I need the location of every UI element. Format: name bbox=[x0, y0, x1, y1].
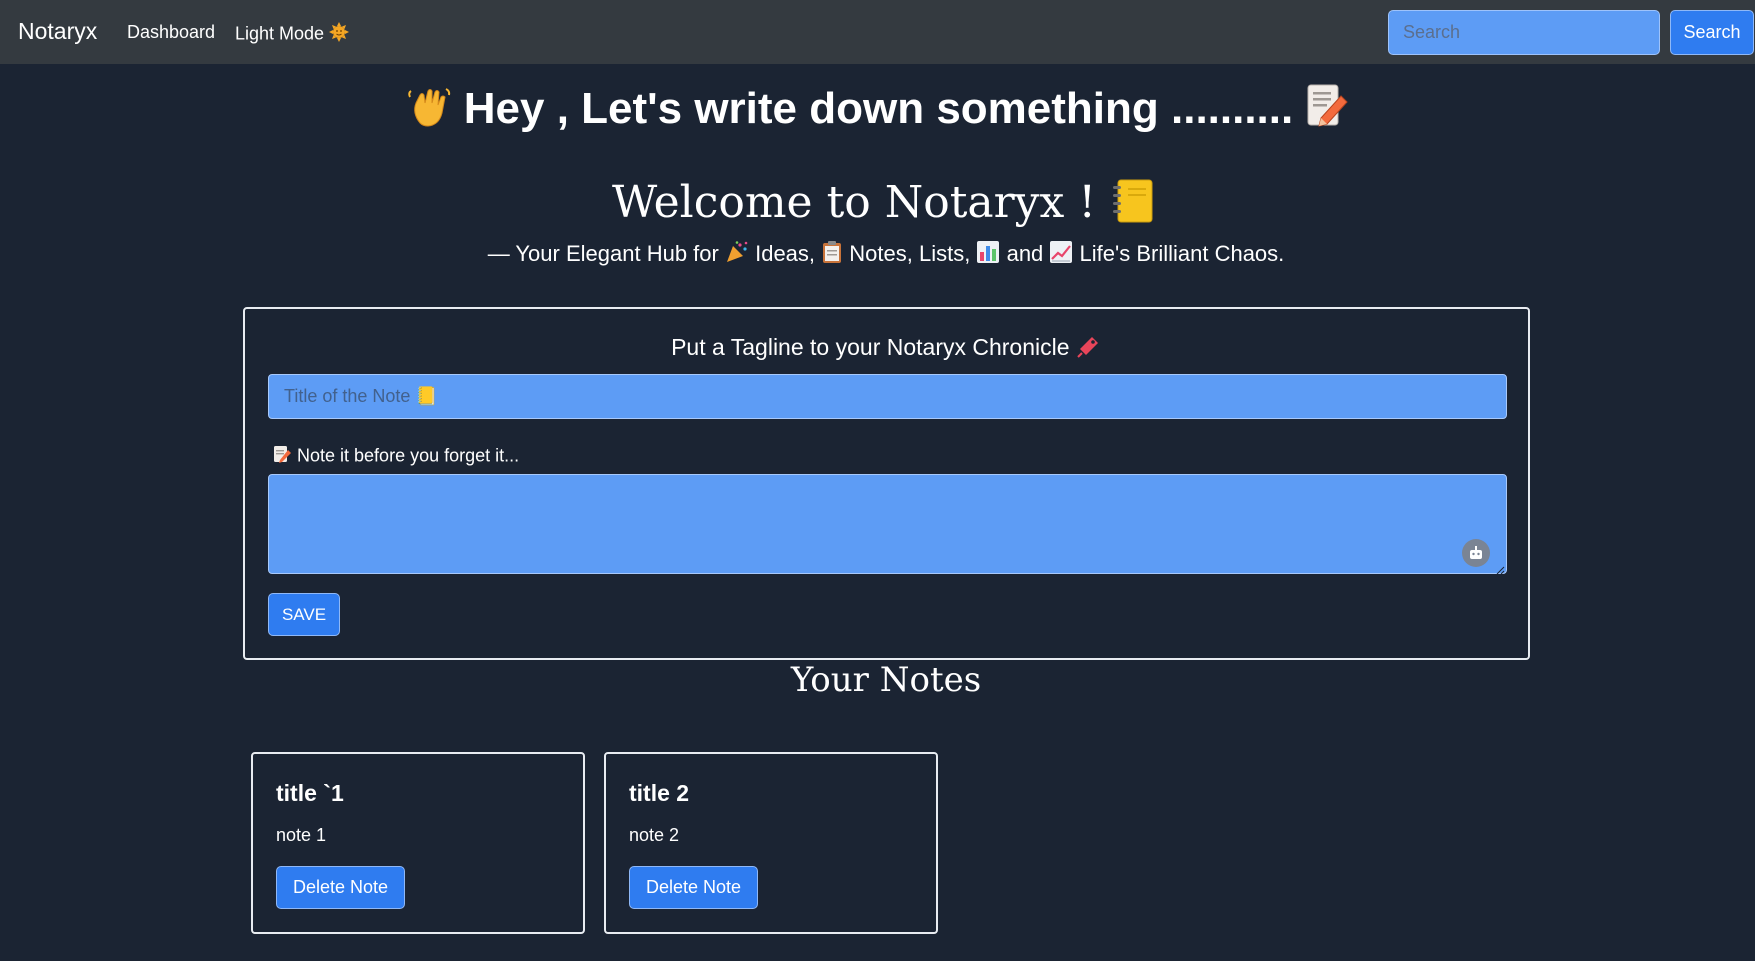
note-body-textarea[interactable] bbox=[268, 474, 1507, 574]
note-title-input[interactable] bbox=[268, 374, 1507, 419]
welcome-text: Welcome to Notaryx ! bbox=[611, 177, 1097, 228]
subtitle-prefix: — Your Elegant Hub for bbox=[487, 240, 719, 266]
bot-icon[interactable] bbox=[1462, 539, 1490, 567]
subtitle-and: and bbox=[1006, 240, 1044, 266]
clipboard-icon bbox=[821, 240, 843, 270]
note-form-card: Put a Tagline to your Notaryx Chronicle … bbox=[243, 307, 1530, 660]
save-button[interactable]: SAVE bbox=[268, 593, 340, 636]
hero-heading: Hey , Let's write down something .......… bbox=[0, 82, 1755, 141]
note-body-label: Note it before you forget it... bbox=[272, 444, 519, 469]
nav-dashboard-link[interactable]: Dashboard bbox=[127, 22, 215, 43]
navbar: Notaryx Dashboard Light Mode Search Sear… bbox=[0, 0, 1755, 64]
resize-grip-icon[interactable] bbox=[1495, 562, 1505, 575]
sun-face-icon bbox=[329, 22, 350, 47]
ticket-icon bbox=[1076, 333, 1102, 365]
trend-chart-icon bbox=[1049, 240, 1073, 270]
search-input[interactable] bbox=[1388, 10, 1660, 55]
note-title: title `1 bbox=[276, 780, 344, 806]
notebook-icon bbox=[1110, 176, 1156, 235]
delete-note-button[interactable]: Delete Note bbox=[276, 866, 405, 909]
note-card: title 2 note 2 Delete Note bbox=[604, 752, 938, 934]
note-card: title `1 note 1 Delete Note bbox=[251, 752, 585, 934]
memo-pencil-icon bbox=[1305, 82, 1349, 141]
search-button[interactable]: Search bbox=[1670, 10, 1754, 55]
nav-light-mode-link[interactable]: Light Mode bbox=[235, 22, 350, 47]
hero-text: Hey , Let's write down something .......… bbox=[463, 84, 1294, 134]
tagline-text: Put a Tagline to your Notaryx Chronicle bbox=[671, 334, 1070, 361]
brand-link[interactable]: Notaryx bbox=[18, 18, 97, 45]
memo-icon bbox=[272, 444, 292, 469]
welcome-heading: Welcome to Notaryx ! bbox=[0, 176, 1755, 235]
note-title: title 2 bbox=[629, 780, 690, 806]
subtitle: — Your Elegant Hub for Ideas, Notes, Lis… bbox=[0, 240, 1755, 270]
waving-hand-icon bbox=[406, 83, 452, 140]
light-mode-label: Light Mode bbox=[235, 23, 325, 44]
subtitle-chaos: Life's Brilliant Chaos. bbox=[1079, 240, 1285, 266]
your-notes-heading: Your Notes bbox=[790, 660, 982, 700]
note-label-text: Note it before you forget it... bbox=[297, 445, 520, 466]
delete-note-button[interactable]: Delete Note bbox=[629, 866, 758, 909]
note-body: note 2 bbox=[629, 825, 680, 845]
note-body: note 1 bbox=[276, 825, 327, 845]
subtitle-notes-lists: Notes, Lists, bbox=[849, 240, 971, 266]
bar-chart-icon bbox=[976, 240, 1000, 270]
subtitle-ideas: Ideas, bbox=[755, 240, 816, 266]
party-popper-icon bbox=[725, 240, 749, 270]
form-tagline: Put a Tagline to your Notaryx Chronicle bbox=[245, 333, 1528, 365]
